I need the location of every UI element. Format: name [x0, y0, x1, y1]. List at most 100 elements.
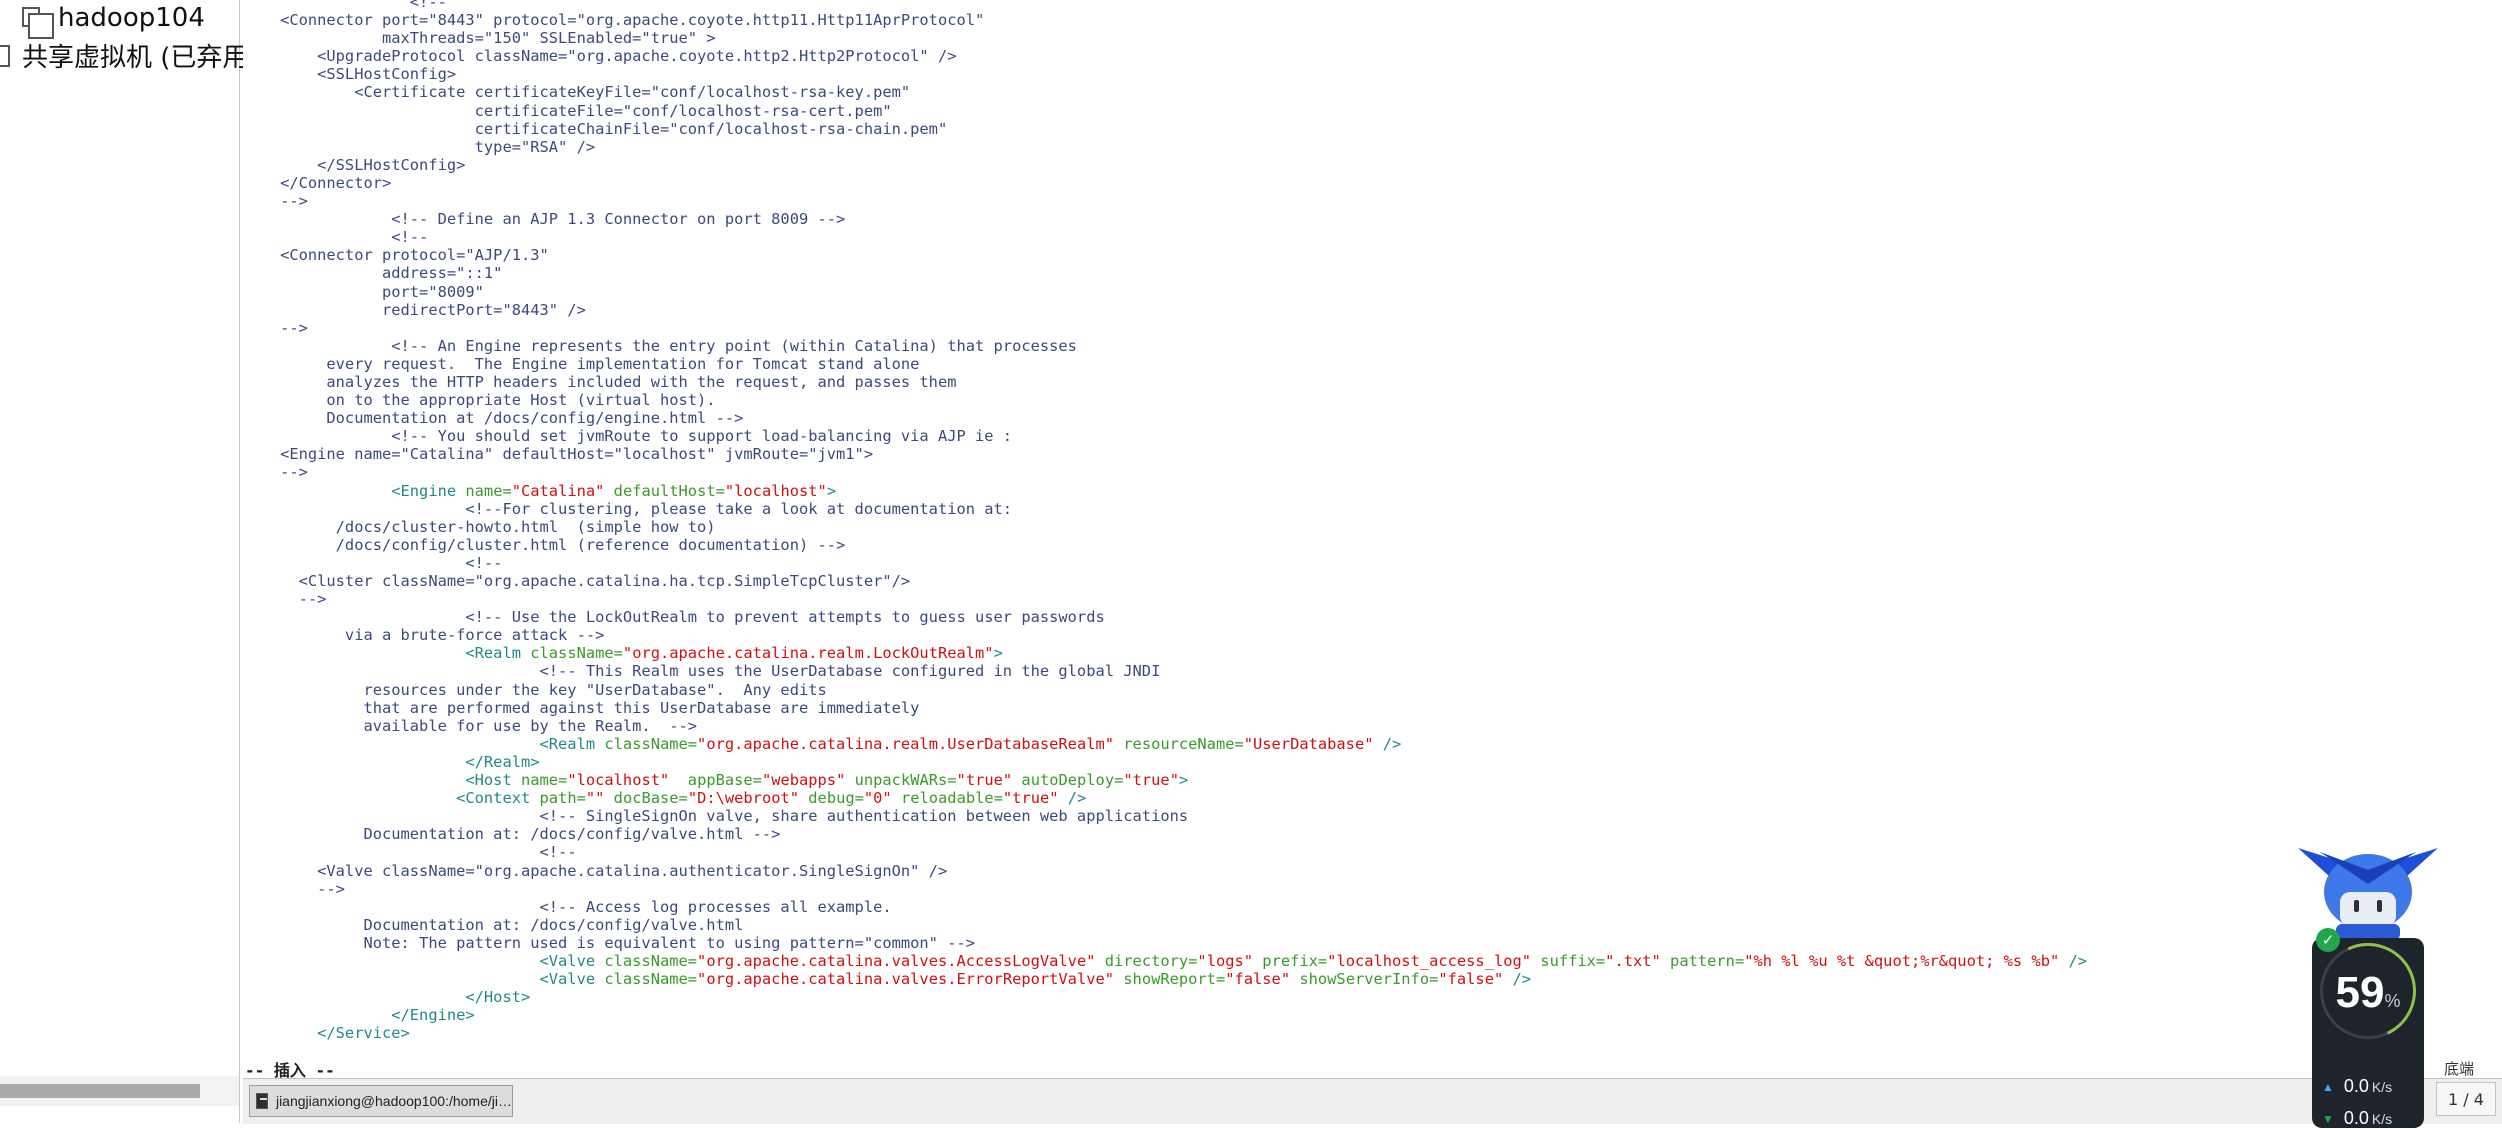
code-line: every request. The Engine implementation…	[243, 355, 2087, 373]
code-line: Documentation at: /docs/config/valve.htm…	[243, 916, 2087, 934]
code-line: <Realm className="org.apache.catalina.re…	[243, 644, 2087, 662]
code-line: <Connector port="8443" protocol="org.apa…	[243, 11, 2087, 29]
terminal-editor[interactable]: <!-- <Connector port="8443" protocol="or…	[243, 0, 2502, 1078]
code-token: name=	[520, 771, 568, 790]
virtual-machine-icon	[0, 3, 54, 39]
code-line: <!-- An Engine represents the entry poin…	[243, 337, 2087, 355]
code-token: />	[1503, 970, 1532, 989]
code-token: that are performed against this UserData…	[243, 698, 920, 717]
code-line: <Realm className="org.apache.catalina.re…	[243, 735, 2087, 753]
code-token: <!-- An Engine represents the entry poin…	[243, 336, 1077, 355]
code-token: Note: The pattern used is equivalent to …	[243, 933, 976, 952]
code-token: suffix=	[1531, 951, 1606, 970]
code-token: showReport=	[1114, 970, 1226, 989]
code-token: <!--	[243, 553, 503, 572]
code-line: <!-- Define an AJP 1.3 Connector on port…	[243, 210, 2087, 228]
code-token: "0"	[863, 789, 892, 808]
code-token: type="RSA" />	[243, 137, 596, 156]
code-line: <Cluster className="org.apache.catalina.…	[243, 572, 2087, 590]
code-token: "webapps"	[761, 771, 846, 790]
upload-speed: ▲ 0.0 K/s	[2322, 1076, 2393, 1096]
code-token: "true"	[1123, 771, 1179, 790]
network-speed-widget[interactable]: 59% ▲ 0.0 K/s ▼ 0.0 K/s ✓	[2298, 840, 2438, 1128]
code-token: analyzes the HTTP headers included with …	[243, 372, 957, 391]
code-token: "org.apache.catalina.valves.ErrorReportV…	[697, 970, 1115, 989]
code-line: <Certificate certificateKeyFile="conf/lo…	[243, 83, 2087, 101]
shared-vm-icon	[0, 41, 16, 71]
code-line: <!-- Access log processes all example.	[243, 898, 2087, 916]
code-token: >	[993, 644, 1003, 663]
code-line: </SSLHostConfig>	[243, 156, 2087, 174]
code-token: -->	[243, 879, 345, 898]
code-line: <Valve className="org.apache.catalina.va…	[243, 970, 2087, 988]
vm-item-label: 共享虚拟机 (已弃用)	[22, 43, 259, 73]
code-line: <SSLHostConfig>	[243, 65, 2087, 83]
code-line: -->	[243, 590, 2087, 608]
code-token: Documentation at: /docs/config/valve.htm…	[243, 825, 781, 844]
code-token: <UpgradeProtocol className="org.apache.c…	[243, 47, 957, 66]
code-token: directory=	[1095, 951, 1198, 970]
code-token: >	[826, 481, 837, 500]
code-token: on to the appropriate Host (virtual host…	[243, 391, 716, 410]
code-line: <Valve className="org.apache.catalina.au…	[243, 862, 2087, 880]
code-token: "false"	[1225, 970, 1291, 989]
code-token: Documentation at: /docs/config/valve.htm…	[243, 915, 744, 934]
vm-item-hadoop104[interactable]: hadoop104	[0, 3, 205, 39]
code-token: name=	[465, 481, 512, 500]
check-icon: ✓	[2316, 928, 2340, 952]
code-line: <UpgradeProtocol className="org.apache.c…	[243, 47, 2087, 65]
code-line: </Host>	[243, 988, 2087, 1006]
scrollbar-thumb[interactable]	[0, 1084, 200, 1098]
code-line: <!--For clustering, please take a look a…	[243, 500, 2087, 518]
code-token: resources under the key "UserDatabase". …	[243, 680, 827, 699]
code-token: autoDeploy=	[1012, 771, 1124, 790]
code-token: <!-- SingleSignOn valve, share authentic…	[243, 807, 1189, 826]
code-line: <!-- This Realm uses the UserDatabase co…	[243, 662, 2087, 680]
code-token: <!-- Use the LockOutRealm to prevent att…	[243, 608, 1105, 627]
code-line: /docs/cluster-howto.html (simple how to)	[243, 518, 2087, 536]
code-line: -->	[243, 880, 2087, 898]
download-speed: ▼ 0.0 K/s	[2322, 1108, 2393, 1128]
code-token: docBase=	[604, 789, 688, 808]
code-line: <Engine name="Catalina" defaultHost="loc…	[243, 445, 2087, 463]
code-line: Note: The pattern used is equivalent to …	[243, 934, 2087, 952]
code-token: <!--	[243, 843, 577, 862]
code-token: redirectPort="8443" />	[243, 300, 586, 319]
code-token: <Engine name="Catalina" defaultHost="loc…	[243, 445, 874, 464]
code-token: ".txt"	[1605, 951, 1661, 970]
code-token: "logs"	[1197, 951, 1254, 970]
code-token: <Valve className="org.apache.catalina.au…	[243, 861, 948, 880]
vm-item-shared-vms[interactable]: 共享虚拟机 (已弃用)	[0, 37, 259, 74]
code-token: <Host	[243, 771, 521, 790]
code-line: certificateFile="conf/localhost-rsa-cert…	[243, 102, 2087, 120]
taskbar-terminal-button[interactable]: jiangjianxiong@hadoop100:/home/ji…	[249, 1085, 513, 1117]
code-token: Documentation at /docs/config/engine.htm…	[243, 409, 744, 428]
workspace-pager[interactable]: 1 / 4	[2436, 1082, 2496, 1116]
code-token: showServerInfo=	[1290, 970, 1439, 989]
download-arrow-icon: ▼	[2322, 1111, 2334, 1126]
code-token: -->	[243, 463, 308, 482]
code-line: maxThreads="150" SSLEnabled="true" >	[243, 29, 2087, 47]
code-line: <Context path="" docBase="D:\webroot" de…	[243, 789, 2087, 807]
code-token: debug=	[799, 789, 864, 808]
code-line: <Engine name="Catalina" defaultHost="loc…	[243, 482, 2087, 500]
code-token: className=	[530, 644, 623, 663]
code-token: <!--For clustering, please take a look a…	[243, 499, 1013, 518]
code-token: /docs/config/cluster.html (reference doc…	[243, 535, 846, 554]
code-line: /docs/config/cluster.html (reference doc…	[243, 536, 2087, 554]
code-line: redirectPort="8443" />	[243, 301, 2087, 319]
code-line: that are performed against this UserData…	[243, 699, 2087, 717]
code-token: </Service>	[243, 1024, 410, 1043]
code-token: prefix=	[1253, 951, 1328, 970]
sidebar-horizontal-scrollbar[interactable]	[0, 1076, 239, 1106]
code-token: "true"	[956, 771, 1013, 790]
code-token: <!-- Define an AJP 1.3 Connector on port…	[243, 210, 846, 229]
code-token: ""	[585, 789, 605, 808]
code-token: <Connector port="8443" protocol="org.apa…	[243, 11, 985, 30]
code-token: <SSLHostConfig>	[243, 65, 457, 84]
code-line: Documentation at: /docs/config/valve.htm…	[243, 825, 2087, 843]
code-token: <!-- This Realm uses the UserDatabase co…	[243, 662, 1161, 681]
code-token: "%h %l %u %t &quot;%r&quot; %s %b"	[1744, 951, 2060, 970]
code-token: "localhost"	[724, 481, 827, 500]
code-token: <Certificate certificateKeyFile="conf/lo…	[243, 83, 911, 102]
